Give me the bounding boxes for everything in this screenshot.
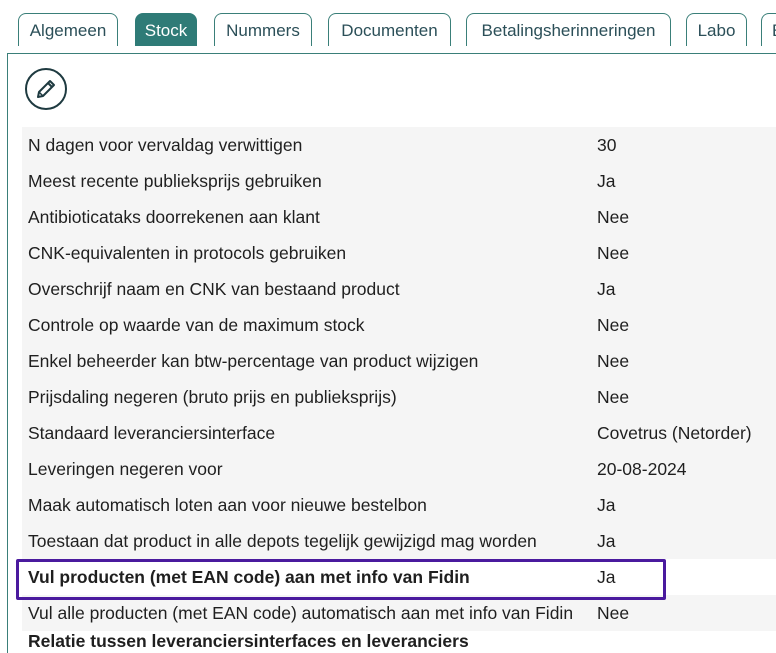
tab-betalingsherinneringen[interactable]: Betalingsherinneringen [466, 13, 671, 46]
setting-row[interactable]: Maak automatisch loten aan voor nieuwe b… [22, 487, 776, 523]
setting-value: Ja [597, 171, 616, 191]
setting-row[interactable]: Overschrijf naam en CNK van bestaand pro… [22, 271, 776, 307]
setting-value: 20-08-2024 [597, 459, 687, 479]
setting-label: Controle op waarde van de maximum stock [28, 315, 365, 335]
setting-row[interactable]: Prijsdaling negeren (bruto prijs en publ… [22, 379, 776, 415]
setting-value: Ja [597, 495, 616, 515]
setting-label: Prijsdaling negeren (bruto prijs en publ… [28, 387, 397, 407]
setting-label: N dagen voor vervaldag verwittigen [28, 135, 303, 155]
pencil-icon [37, 80, 55, 98]
setting-row[interactable]: Standaard leveranciersinterface Covetrus … [22, 415, 776, 451]
setting-label: Meest recente publieksprijs gebruiken [28, 171, 322, 191]
setting-value: Nee [597, 243, 630, 263]
setting-label: Antibioticataks doorrekenen aan klant [28, 207, 320, 227]
setting-label: Leveringen negeren voor [28, 459, 223, 479]
setting-row[interactable]: Toestaan dat product in alle depots tege… [22, 523, 776, 559]
setting-row[interactable]: Enkel beheerder kan btw-percentage van p… [22, 343, 776, 379]
tab-bar: Algemeen Stock Nummers Documenten Betali… [0, 0, 776, 54]
edit-button[interactable] [25, 68, 67, 110]
setting-label: Enkel beheerder kan btw-percentage van p… [28, 351, 479, 371]
setting-label: Vul producten (met EAN code) aan met inf… [28, 567, 470, 587]
setting-row[interactable]: Controle op waarde van de maximum stock N… [22, 307, 776, 343]
setting-value: 30 [597, 135, 617, 155]
setting-value: Covetrus (Netorder) [597, 423, 752, 443]
setting-value: Ja [597, 567, 616, 587]
setting-value: Ja [597, 531, 616, 551]
setting-value: Ja [597, 279, 616, 299]
setting-label: Standaard leveranciersinterface [28, 423, 276, 443]
setting-row[interactable]: N dagen voor vervaldag verwittigen 30 [22, 127, 776, 163]
setting-row[interactable]: Vul alle producten (met EAN code) automa… [22, 595, 776, 631]
tab-more[interactable]: E [761, 13, 776, 46]
setting-value: Nee [597, 315, 630, 335]
setting-value: Nee [597, 387, 630, 407]
setting-row[interactable]: Antibioticataks doorrekenen aan klant Nee [22, 199, 776, 235]
setting-label: Vul alle producten (met EAN code) automa… [28, 603, 574, 623]
setting-label: Toestaan dat product in alle depots tege… [28, 531, 537, 551]
tab-stock[interactable]: Stock [135, 13, 197, 46]
tab-labo[interactable]: Labo [686, 13, 747, 46]
setting-value: Nee [597, 207, 630, 227]
setting-label: CNK-equivalenten in protocols gebruiken [28, 243, 347, 263]
setting-value: Nee [597, 351, 630, 371]
settings-list: N dagen voor vervaldag verwittigen 30 Mee… [22, 127, 776, 631]
setting-label: Overschrijf naam en CNK van bestaand pro… [28, 279, 400, 299]
tab-nummers[interactable]: Nummers [214, 13, 312, 46]
tab-algemeen[interactable]: Algemeen [18, 13, 118, 46]
tab-documenten[interactable]: Documenten [328, 13, 451, 46]
setting-label: Maak automatisch loten aan voor nieuwe b… [28, 495, 427, 515]
setting-row[interactable]: Leveringen negeren voor 20-08-2024 [22, 451, 776, 487]
setting-row-highlighted[interactable]: Vul producten (met EAN code) aan met inf… [22, 559, 776, 595]
setting-row[interactable]: Meest recente publieksprijs gebruiken Ja [22, 163, 776, 199]
setting-value: Nee [597, 603, 630, 623]
section-heading: Relatie tussen leveranciersinterfaces en… [28, 631, 469, 651]
setting-row[interactable]: CNK-equivalenten in protocols gebruiken N… [22, 235, 776, 271]
